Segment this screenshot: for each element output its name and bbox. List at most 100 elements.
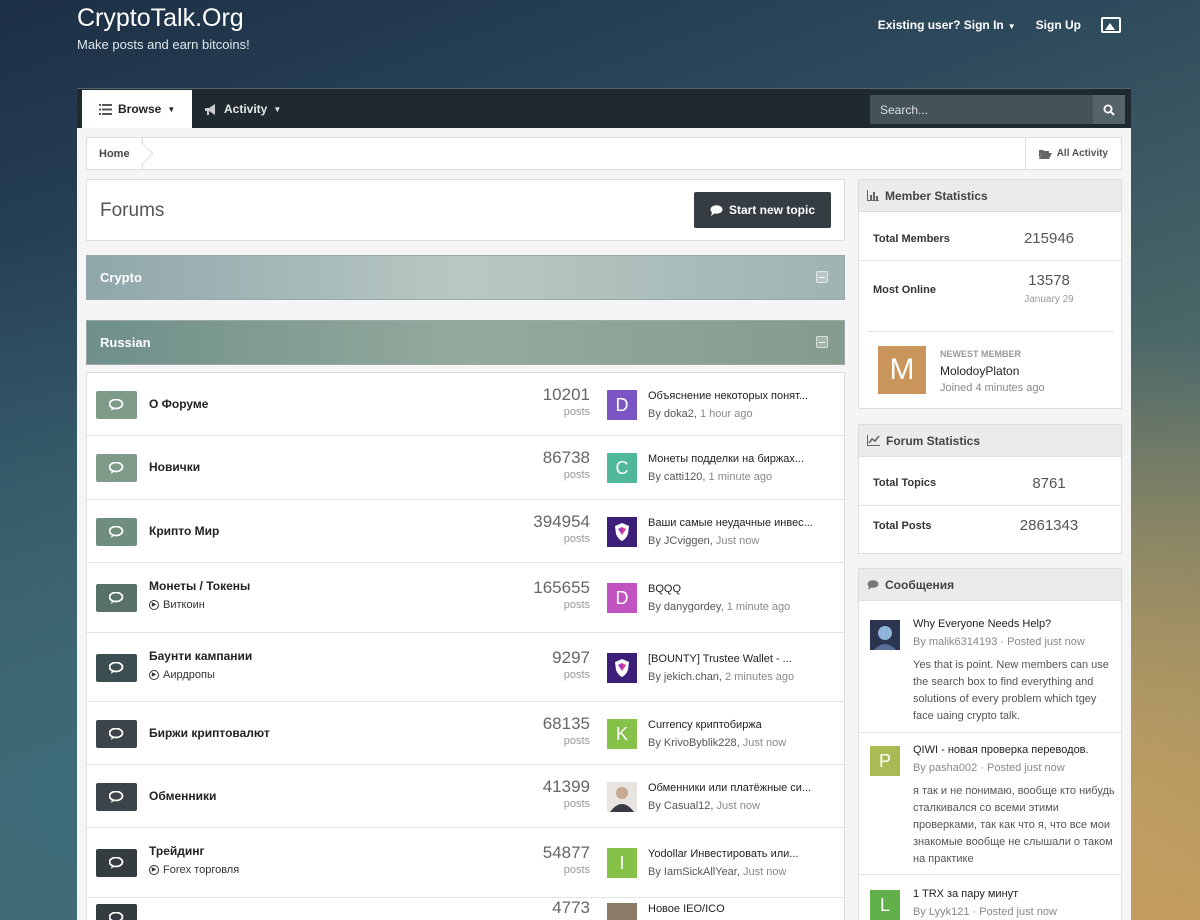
message-title[interactable]: QIWI - новая проверка переводов. [913, 744, 1089, 756]
last-post-meta: By danygordey, 1 minute ago [648, 601, 790, 613]
forum-row[interactable]: О Форуме 10201 posts D Объяснение некоторых … [87, 373, 844, 436]
forum-title[interactable]: Баунти кампании [149, 649, 252, 663]
start-new-topic-button[interactable]: Start new topic [694, 192, 831, 228]
last-post-title[interactable]: Объяснение некоторых понят... [648, 390, 808, 402]
forum-icon[interactable] [96, 849, 137, 877]
tab-activity[interactable]: Activity ▼ [187, 90, 298, 128]
bar-chart-icon [867, 190, 879, 201]
last-post-author[interactable]: By catti120, [648, 471, 705, 483]
last-post-title[interactable]: Обменники или платёжные си... [648, 782, 811, 794]
forum-title[interactable]: Новички [149, 460, 200, 474]
member-statistics-widget: Member Statistics Total Members 215946 M… [858, 179, 1122, 409]
divider [859, 505, 1121, 506]
avatar[interactable] [607, 782, 637, 812]
last-post-meta: By IamSickAllYear, Just now [648, 866, 786, 878]
last-post-title[interactable]: Новое IEO/ICO [648, 903, 725, 915]
avatar[interactable]: K [607, 719, 637, 749]
category-russian[interactable]: Russian [86, 320, 845, 365]
forum-row[interactable]: Обменники 41399 posts Обменники или платёжн… [87, 765, 844, 828]
subforum-link[interactable]: ▶ Forex торговля [149, 864, 239, 876]
divider [859, 260, 1121, 261]
avatar[interactable]: D [607, 583, 637, 613]
forum-row[interactable]: Монеты / Токены ▶ Виткоин 165655 posts D BQQQ B… [87, 563, 844, 633]
last-post-title[interactable]: Монеты подделки на биржах... [648, 453, 804, 465]
total-members-value: 215946 [1023, 230, 1075, 247]
avatar[interactable]: D [607, 390, 637, 420]
avatar[interactable] [607, 653, 637, 683]
search-button[interactable] [1093, 95, 1125, 124]
image-icon[interactable] [1101, 17, 1121, 33]
arrow-circle-icon: ▶ [149, 600, 159, 610]
forum-row[interactable]: Новички 86738 posts C Монеты подделки на бир… [87, 436, 844, 500]
forum-icon[interactable] [96, 720, 137, 748]
sign-up-link[interactable]: Sign Up [1036, 18, 1081, 32]
forum-title[interactable]: Обменники [149, 789, 216, 803]
message-title[interactable]: 1 TRX за пару минут [913, 888, 1018, 900]
last-post-title[interactable]: BQQQ [648, 583, 681, 595]
forum-title[interactable]: Биржи криптовалют [149, 726, 270, 740]
last-post-author[interactable]: By doka2, [648, 408, 697, 420]
comments-icon [108, 661, 123, 674]
forum-icon[interactable] [96, 654, 137, 682]
message-title[interactable]: Why Everyone Needs Help? [913, 618, 1051, 630]
avatar[interactable]: I [607, 848, 637, 878]
last-post-author[interactable]: By KrivoByblik228, [648, 737, 740, 749]
caret-down-icon: ▼ [273, 104, 282, 114]
last-post-title[interactable]: Ваши самые неудачные инвес... [648, 517, 813, 529]
forum-icon[interactable] [96, 454, 137, 482]
forum-title[interactable]: Трейдинг [149, 844, 205, 858]
collapse-icon[interactable] [816, 336, 828, 348]
last-post-meta: By Casual12, Just now [648, 800, 760, 812]
widget-header: Сообщения [859, 569, 1121, 601]
forum-row[interactable]: Трейдинг ▶ Forex торговля 54877 posts I Yodoll… [87, 828, 844, 898]
forum-icon[interactable] [96, 783, 137, 811]
last-post-title[interactable]: Yodollar Инвестировать или... [648, 848, 798, 860]
forum-icon[interactable] [96, 904, 137, 920]
sign-in-link[interactable]: Existing user? Sign In ▼ [878, 18, 1016, 32]
collapse-icon[interactable] [816, 271, 828, 283]
all-activity-link[interactable]: All Activity [1024, 138, 1121, 169]
post-count: 9297 [552, 648, 590, 667]
subforum-label: Виткоин [163, 599, 205, 611]
forum-row[interactable]: Биржи криптовалют 68135 posts K Currency кри… [87, 702, 844, 765]
forum-icon[interactable] [96, 518, 137, 546]
avatar[interactable] [607, 517, 637, 547]
newest-member-name[interactable]: MolodoyPlaton [940, 364, 1019, 378]
most-online-date: January 29 [1024, 294, 1074, 305]
subforum-link[interactable]: ▶ Аирдропы [149, 669, 215, 681]
forum-row[interactable]: Крипто Мир 394954 posts Ваши самые неудачны… [87, 500, 844, 563]
forum-row[interactable]: Баунти кампании ▶ Аирдропы 9297 posts [BOUNTY… [87, 633, 844, 702]
forum-icon[interactable] [96, 584, 137, 612]
post-count-label: posts [563, 798, 590, 810]
newest-member-avatar[interactable]: M [878, 346, 926, 394]
divider [859, 874, 1121, 875]
subforum-link[interactable]: ▶ Виткоин [149, 599, 205, 611]
last-post-author[interactable]: By danygordey, [648, 601, 724, 613]
last-post-author[interactable]: By IamSickAllYear, [648, 866, 740, 878]
avatar[interactable]: P [870, 746, 900, 776]
avatar[interactable] [870, 620, 900, 650]
forum-title[interactable]: О Форуме [149, 397, 208, 411]
last-post-title[interactable]: Currency криптобиржа [648, 719, 762, 731]
breadcrumb-home[interactable]: Home [87, 138, 143, 169]
search-input[interactable] [870, 95, 1093, 124]
avatar[interactable]: C [607, 453, 637, 483]
category-title[interactable]: Russian [100, 335, 151, 350]
tab-browse[interactable]: Browse ▼ [82, 90, 193, 128]
last-post-author[interactable]: By jekich.chan, [648, 671, 722, 683]
forum-icon[interactable] [96, 391, 137, 419]
forum-title[interactable]: Крипто Мир [149, 524, 219, 538]
forum-row[interactable]: 4773 Новое IEO/ICO [87, 898, 844, 920]
caret-down-icon: ▼ [1007, 22, 1016, 31]
total-members-label: Total Members [873, 233, 950, 245]
category-crypto[interactable]: Crypto [86, 255, 845, 300]
last-post-author[interactable]: By Casual12, [648, 800, 713, 812]
last-post-time: 1 hour ago [699, 408, 753, 420]
last-post-title[interactable]: [BOUNTY] Trustee Wallet - ... [648, 653, 792, 665]
category-title[interactable]: Crypto [100, 270, 142, 285]
avatar[interactable] [607, 903, 637, 920]
forum-title[interactable]: Монеты / Токены [149, 579, 250, 593]
last-post-author[interactable]: By JCviggen, [648, 535, 713, 547]
avatar[interactable]: L [870, 890, 900, 920]
site-title[interactable]: CryptoTalk.Org [77, 4, 244, 33]
